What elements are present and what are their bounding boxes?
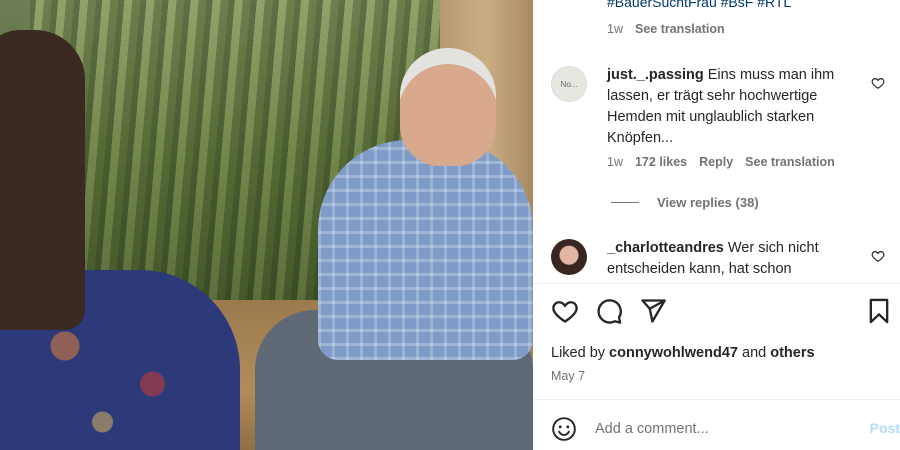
man-head: [400, 48, 496, 166]
add-comment-input[interactable]: [595, 418, 835, 440]
comment-bubble-icon[interactable]: [595, 297, 623, 325]
comment-heart-icon[interactable]: [871, 76, 885, 90]
comment-username[interactable]: just._.passing: [607, 67, 704, 83]
comments-panel: #BauerSuchtFrau #BsF #RTL 1w See transla…: [533, 0, 900, 450]
heart-icon[interactable]: [551, 297, 579, 325]
caption-time: 1w: [607, 22, 623, 36]
caption-hashtags[interactable]: #BauerSuchtFrau #BsF #RTL: [607, 0, 791, 10]
comment-body: just._.passing Eins muss man ihm lassen, …: [607, 65, 865, 149]
post-date[interactable]: May 7: [551, 369, 585, 383]
view-replies-label: View replies (38): [657, 195, 759, 210]
avatar[interactable]: No...: [551, 66, 587, 102]
comment-time: 1w: [607, 155, 623, 169]
action-bar: [551, 297, 893, 327]
comment-username[interactable]: _charlotteandres: [607, 240, 724, 256]
liked-by-prefix: Liked by: [551, 345, 606, 361]
liked-by-others[interactable]: others: [770, 345, 814, 361]
smiley-icon[interactable]: [551, 416, 577, 442]
avatar-label: No...: [560, 79, 578, 89]
view-replies-button[interactable]: View replies (38): [611, 195, 759, 210]
comment-reply-button[interactable]: Reply: [699, 155, 733, 169]
comment-meta: 1w 172 likes Reply See translation: [607, 155, 835, 169]
comment-heart-icon[interactable]: [871, 249, 885, 263]
add-comment-bar: Post: [533, 400, 900, 450]
comment-likes[interactable]: 172 likes: [635, 155, 687, 169]
liked-by-user[interactable]: connywohlwend47: [609, 345, 738, 361]
bookmark-icon[interactable]: [865, 297, 893, 325]
paper-plane-icon[interactable]: [639, 297, 667, 325]
man-plaid-shirt: [318, 140, 533, 360]
post-media[interactable]: [0, 0, 533, 450]
liked-by: Liked by connywohlwend47 and others: [551, 345, 815, 361]
caption-meta: 1w See translation: [607, 22, 725, 36]
comment-body: _charlotteandres Wer sich nicht entscheid…: [607, 238, 865, 280]
divider: [533, 283, 900, 284]
woman-hair: [0, 30, 85, 330]
liked-by-and: and: [742, 345, 767, 361]
caption-see-translation[interactable]: See translation: [635, 22, 725, 36]
post-button[interactable]: Post: [870, 420, 900, 436]
replies-divider-line: [611, 202, 639, 203]
avatar[interactable]: [551, 239, 587, 275]
comment-see-translation[interactable]: See translation: [745, 155, 835, 169]
